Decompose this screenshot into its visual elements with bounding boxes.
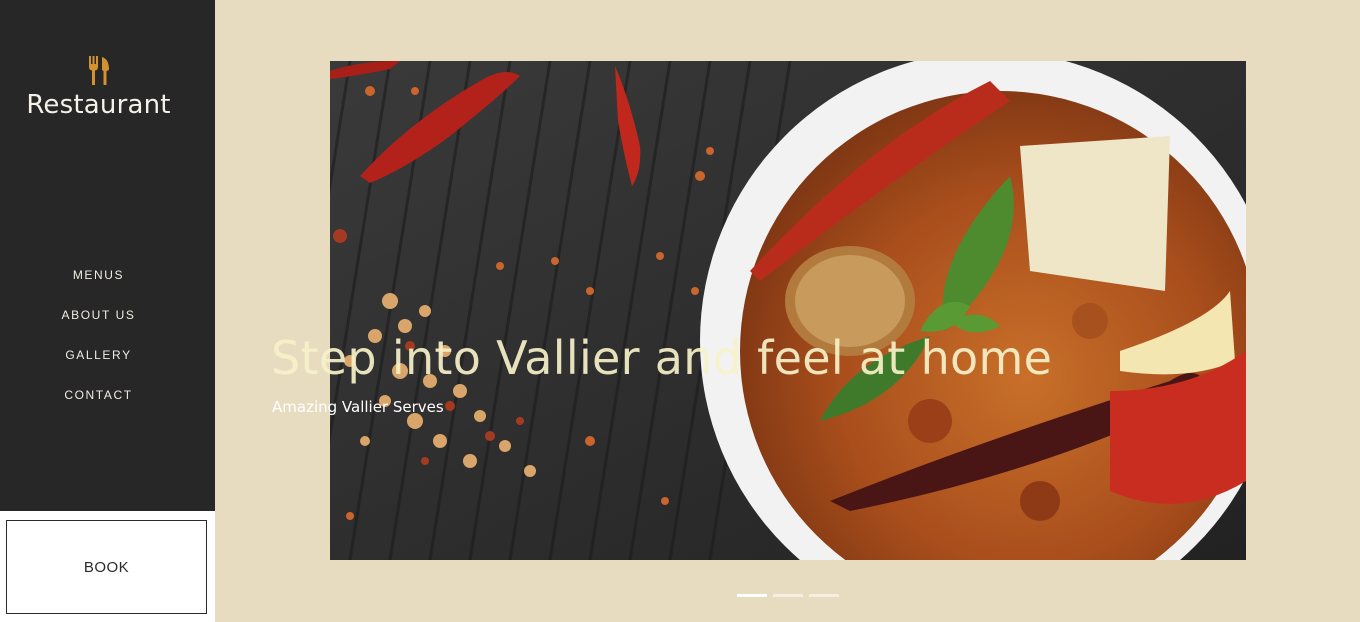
nav-item-gallery: GALLERY — [0, 344, 197, 384]
slider-dot-1[interactable] — [737, 594, 767, 597]
nav-link-contact[interactable]: CONTACT — [64, 385, 132, 405]
hero-title: Step into Vallier and feel at home — [271, 331, 1053, 385]
nav-link-about-us[interactable]: ABOUT US — [62, 305, 136, 325]
nav-item-contact: CONTACT — [0, 384, 197, 424]
slider-dot-3[interactable] — [809, 594, 839, 597]
nav-link-gallery[interactable]: GALLERY — [65, 345, 131, 365]
nav-item-menus: MENUS — [0, 264, 197, 304]
curry-bowl-photo — [330, 61, 1246, 560]
nav-item-about-us: ABOUT US — [0, 304, 197, 344]
book-panel: BOOK — [0, 511, 215, 622]
main-nav: MENUS ABOUT US GALLERY CONTACT — [0, 264, 197, 424]
hero-slide-image — [330, 61, 1246, 560]
brand-logo[interactable]: Restaurant — [0, 56, 197, 120]
hero-subtitle: Amazing Vallier Serves — [272, 398, 444, 416]
slider-dot-2[interactable] — [773, 594, 803, 597]
fork-knife-icon — [88, 56, 109, 85]
sidebar: Restaurant MENUS ABOUT US GALLERY CONTAC… — [0, 0, 215, 511]
slider-pagination — [737, 594, 839, 597]
nav-link-menus[interactable]: MENUS — [73, 265, 124, 285]
brand-name: Restaurant — [26, 90, 171, 120]
book-button[interactable]: BOOK — [6, 520, 207, 614]
